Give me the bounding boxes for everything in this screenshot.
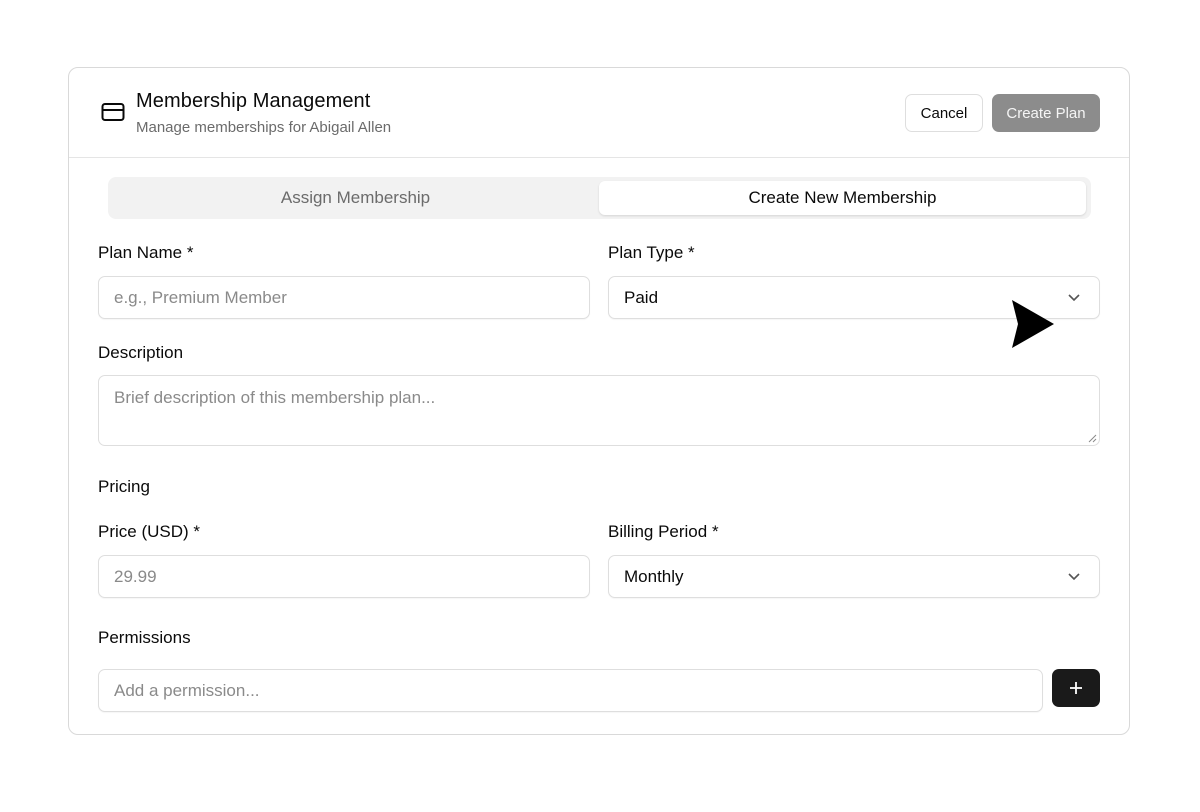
description-placeholder: Brief description of this membership pla… — [114, 388, 436, 407]
chevron-down-icon — [1068, 573, 1080, 581]
plan-name-input[interactable]: e.g., Premium Member — [98, 276, 590, 319]
membership-dialog: Membership Management Manage memberships… — [68, 67, 1130, 735]
price-input[interactable]: 29.99 — [98, 555, 590, 598]
price-label: Price (USD) * — [98, 522, 201, 541]
plan-type-value: Paid — [624, 287, 659, 307]
permission-input[interactable]: Add a permission... — [98, 669, 1043, 712]
create-plan-button[interactable]: Create Plan — [992, 94, 1100, 132]
billing-period-label: Billing Period * — [608, 522, 719, 541]
description-label: Description — [98, 343, 184, 362]
resize-handle-icon[interactable] — [1087, 433, 1097, 443]
chevron-down-icon — [1068, 294, 1080, 302]
tab-create-new-membership[interactable]: Create New Membership — [599, 181, 1086, 215]
add-permission-button[interactable] — [1052, 669, 1100, 707]
permissions-section-title: Permissions — [98, 628, 191, 647]
billing-period-select[interactable]: Monthly — [608, 555, 1100, 598]
plan-type-label: Plan Type * — [608, 243, 695, 262]
cancel-button[interactable]: Cancel — [905, 94, 983, 132]
dialog-header: Membership Management Manage memberships… — [69, 68, 1129, 158]
pricing-section-title: Pricing — [98, 477, 150, 496]
plus-icon — [1070, 682, 1082, 694]
billing-period-value: Monthly — [624, 566, 684, 586]
credit-card-icon — [101, 103, 125, 121]
description-textarea[interactable]: Brief description of this membership pla… — [98, 375, 1100, 446]
tab-list: Assign Membership Create New Membership — [108, 177, 1091, 219]
page-subtitle: Manage memberships for Abigail Allen — [136, 119, 392, 136]
plan-name-label: Plan Name * — [98, 243, 194, 262]
mouse-cursor-icon — [1012, 300, 1054, 348]
page-title: Membership Management — [136, 90, 371, 112]
tab-assign-membership[interactable]: Assign Membership — [112, 181, 599, 215]
